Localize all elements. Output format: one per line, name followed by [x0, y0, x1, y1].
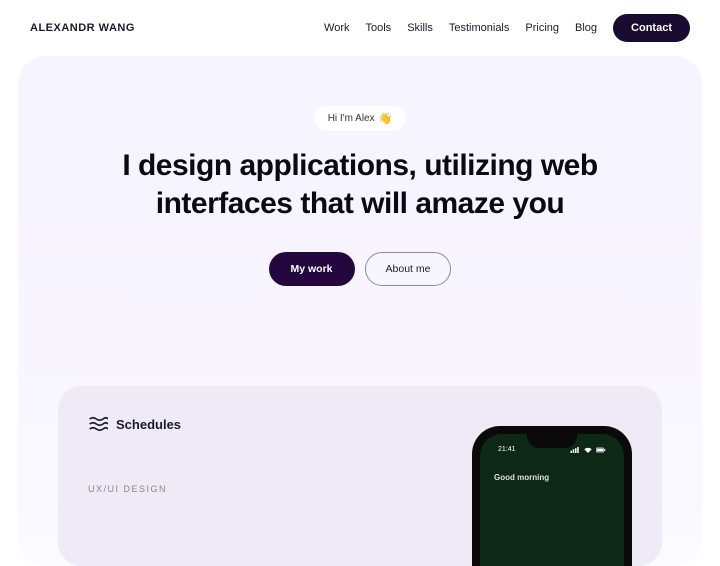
nav-link-pricing[interactable]: Pricing: [525, 22, 559, 34]
nav-links: Work Tools Skills Testimonials Pricing B…: [324, 14, 690, 42]
wifi-icon: [583, 447, 593, 453]
nav-link-work[interactable]: Work: [324, 22, 349, 34]
status-icons: [570, 446, 606, 453]
waves-icon: [88, 414, 108, 434]
top-nav: ALEXANDR WANG Work Tools Skills Testimon…: [0, 0, 720, 56]
logo[interactable]: ALEXANDR WANG: [30, 22, 135, 34]
phone-mockup: 21:41 Good morning: [472, 426, 632, 566]
cta-row: My work About me: [58, 252, 662, 286]
card-left: Schedules UX/UI DESIGN: [88, 414, 181, 566]
card-tag: UX/UI DESIGN: [88, 484, 181, 494]
intro-pill: Hi I'm Alex 👋: [314, 106, 407, 131]
wave-emoji-icon: 👋: [379, 112, 393, 125]
contact-button[interactable]: Contact: [613, 14, 690, 42]
phone-time: 21:41: [498, 446, 516, 453]
battery-icon: [596, 447, 606, 453]
nav-link-tools[interactable]: Tools: [366, 22, 392, 34]
phone-screen: 21:41 Good morning: [480, 434, 624, 566]
nav-link-skills[interactable]: Skills: [407, 22, 433, 34]
my-work-button[interactable]: My work: [269, 252, 355, 286]
nav-link-testimonials[interactable]: Testimonials: [449, 22, 510, 34]
about-me-button[interactable]: About me: [365, 252, 452, 286]
phone-notch: [527, 434, 577, 448]
card-brand-name: Schedules: [116, 417, 181, 432]
project-card-schedules[interactable]: Schedules UX/UI DESIGN 21:41 Good: [58, 386, 662, 566]
nav-link-blog[interactable]: Blog: [575, 22, 597, 34]
signal-icon: [570, 447, 580, 453]
hero-card: Hi I'm Alex 👋 I design applications, uti…: [18, 56, 702, 566]
hero-headline: I design applications, utilizing web int…: [58, 147, 662, 222]
hero-section: Hi I'm Alex 👋 I design applications, uti…: [0, 56, 720, 566]
card-brand: Schedules: [88, 414, 181, 434]
intro-text: Hi I'm Alex: [328, 113, 375, 124]
phone-greeting: Good morning: [494, 473, 612, 482]
